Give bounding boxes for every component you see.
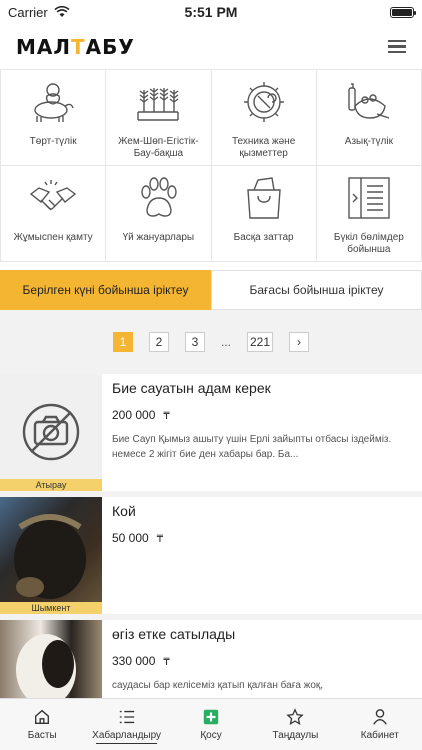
category-other[interactable]: Басқа заттар [211, 166, 317, 262]
listing-item[interactable]: Атырау Бие сауатын адам керек 200 000 ₸ Б… [0, 374, 422, 497]
listing-title: Бие сауатын адам керек [112, 380, 271, 396]
listing-description: Бие Сауп Қымыз ашыту үшін Ерлі зайыпты о… [112, 434, 392, 460]
logo-text-2: АБУ [85, 34, 135, 59]
tab-favorites[interactable]: Таңдаулы [253, 699, 337, 750]
tab-cabinet[interactable]: Кабинет [338, 699, 422, 750]
category-label: Жем-Шөп-Егістік-Бау-бақша [118, 136, 199, 159]
list-icon [119, 710, 134, 724]
category-label: Төрт-түлік [29, 136, 77, 147]
category-label: Техника және қызметтер [231, 136, 296, 159]
page-2-button[interactable]: 2 [148, 332, 169, 352]
groceries-icon [348, 83, 390, 119]
sort-by-price-tab[interactable]: Бағасы бойынша іріктеу [211, 270, 422, 310]
page-ellipsis: ... [220, 335, 231, 349]
category-machinery[interactable]: Техника және қызметтер [211, 70, 317, 166]
star-icon [286, 708, 305, 726]
list-panel-icon [348, 177, 390, 219]
page-last-button[interactable]: 221 [246, 332, 274, 352]
add-icon [203, 709, 219, 725]
category-grid: Төрт-түлік Жем-Шөп-Егістік-Бау-бақша Тех… [0, 70, 422, 262]
paw-icon [141, 177, 178, 217]
listing-city: Атырау [0, 479, 102, 491]
clock: 5:51 PM [184, 4, 238, 20]
tab-listings[interactable]: Хабарландыру [84, 699, 168, 750]
status-bar: Carrier 5:51 PM [0, 0, 422, 24]
shopping-bag-icon [246, 177, 281, 219]
gear-wrench-icon [243, 82, 284, 122]
category-food[interactable]: Азық-түлік [316, 70, 422, 166]
listing-description: саудасы бар келісеміз қатып қалған баға … [112, 680, 324, 691]
tab-home[interactable]: Басты [0, 699, 84, 750]
listing-title: өгіз етке сатылады [112, 626, 236, 642]
tab-label: Кабинет [360, 730, 399, 741]
user-icon [372, 709, 387, 725]
livestock-photo [14, 514, 86, 599]
home-icon [35, 709, 50, 724]
category-label: Басқа заттар [233, 232, 294, 243]
no-photo-icon [22, 403, 80, 461]
logo-accent: Т [71, 34, 86, 59]
tab-add[interactable]: Қосу [169, 699, 253, 750]
category-employment[interactable]: Жұмыспен қамту [1, 166, 107, 262]
carrier-label: Carrier [8, 4, 48, 20]
tab-label: Қосу [200, 730, 222, 741]
sort-by-date-tab[interactable]: Берілген күні бойынша іріктеу [0, 270, 211, 310]
wifi-icon [54, 6, 70, 17]
next-page-button[interactable]: › [289, 332, 310, 352]
listing-price: 50 000 ₸ [112, 531, 164, 545]
category-label: Бүкіл бөлімдер бойынша [333, 232, 404, 255]
page-3-button[interactable]: 3 [184, 332, 205, 352]
crops-icon [137, 88, 180, 121]
tab-label: Таңдаулы [272, 730, 319, 741]
logo-text-1: МАЛ [16, 34, 71, 59]
listing-item[interactable]: Шымкент Кой 50 000 ₸ [0, 497, 422, 620]
hamburger-menu-icon[interactable] [388, 39, 406, 54]
cow-icon [34, 83, 74, 122]
listing-title: Кой [112, 503, 136, 519]
listing-city: Шымкент [0, 602, 102, 614]
page-1-button[interactable]: 1 [112, 332, 133, 352]
category-feed-crops[interactable]: Жем-Шөп-Егістік-Бау-бақша [106, 70, 212, 166]
logo[interactable]: МАЛТАБУ [16, 35, 135, 59]
category-label: Үй жануарлары [122, 232, 195, 243]
listing-price: 330 000 ₸ [112, 654, 170, 668]
bottom-tab-bar: Басты Хабарландыру Қосу Таңдаулы Кабинет [0, 698, 422, 750]
sort-tabs: Берілген күні бойынша іріктеу Бағасы бой… [0, 270, 422, 310]
listing-thumbnail: Атырау [0, 374, 102, 491]
category-livestock[interactable]: Төрт-түлік [1, 70, 107, 166]
listing-photo: Шымкент [0, 497, 102, 614]
app-header: МАЛТАБУ [0, 24, 422, 70]
listing-price: 200 000 ₸ [112, 408, 170, 422]
category-label: Жұмыспен қамту [13, 232, 93, 243]
tab-label: Хабарландыру [92, 730, 162, 741]
battery-icon [390, 6, 416, 18]
category-pets[interactable]: Үй жануарлары [106, 166, 212, 262]
pagination: 1 2 3 ... 221 › [0, 310, 422, 374]
tab-label: Басты [27, 730, 57, 741]
category-label: Азық-түлік [344, 136, 393, 147]
category-all[interactable]: Бүкіл бөлімдер бойынша [316, 166, 422, 262]
handshake-icon [29, 180, 77, 211]
